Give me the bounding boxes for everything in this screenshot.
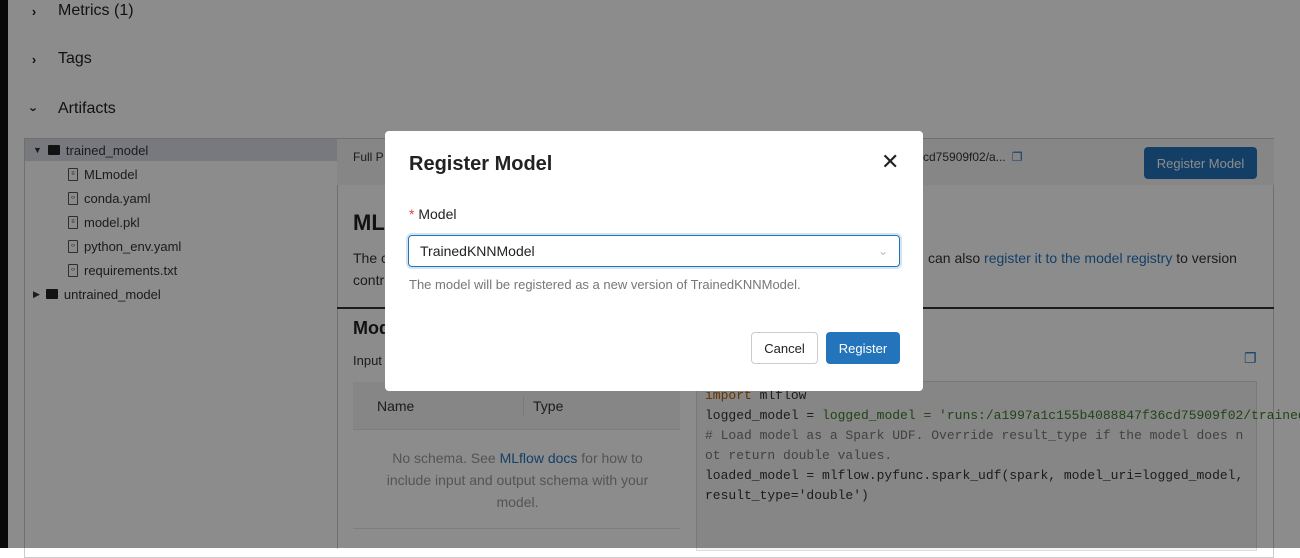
cancel-button[interactable]: Cancel	[751, 332, 818, 364]
register-button[interactable]: Register	[826, 332, 900, 364]
close-icon[interactable]: ✕	[881, 149, 899, 175]
dialog-title: Register Model	[409, 153, 553, 175]
help-text: The model will be registered as a new ve…	[409, 277, 801, 292]
model-select[interactable]: TrainedKNNModel ⌄	[408, 235, 900, 267]
model-field-label: * Model	[409, 206, 457, 222]
register-model-dialog: Register Model ✕ * Model TrainedKNNModel…	[385, 131, 923, 391]
chevron-down-icon: ⌄	[877, 244, 888, 258]
